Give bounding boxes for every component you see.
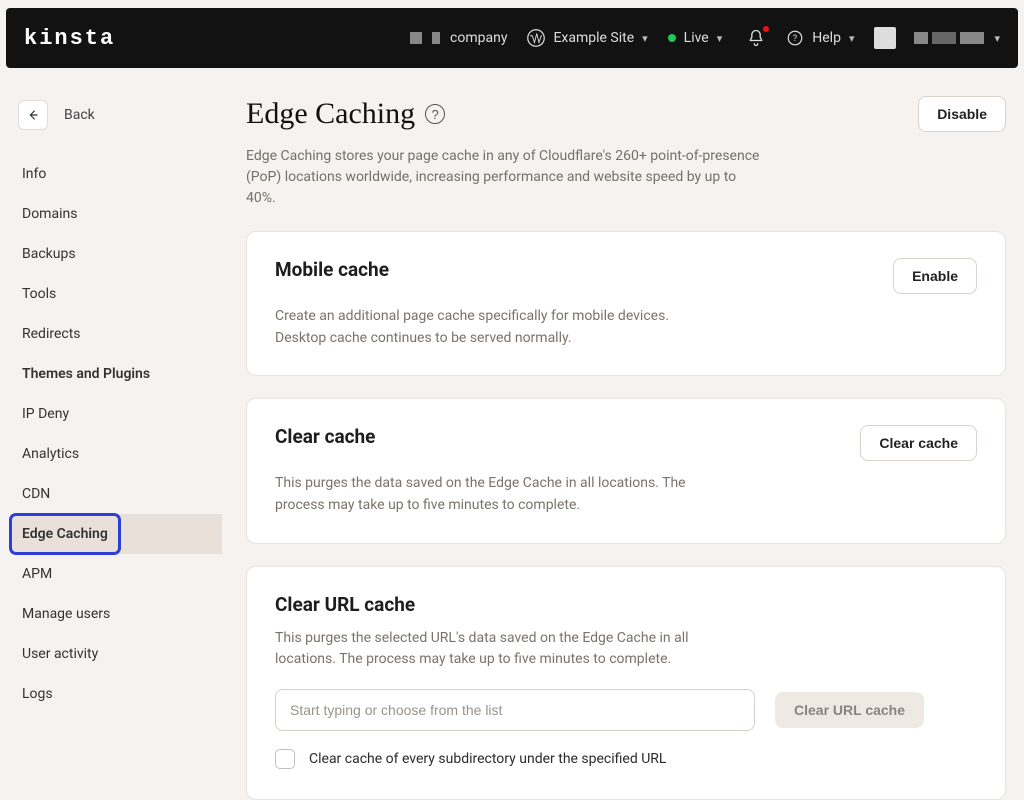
subdirectory-checkbox[interactable]: [275, 749, 295, 769]
card-title: Clear cache: [275, 425, 375, 448]
help-icon: ?: [786, 29, 804, 47]
clear-cache-button[interactable]: Clear cache: [860, 425, 977, 461]
avatar[interactable]: [874, 27, 896, 49]
sidebar-item-domains[interactable]: Domains: [10, 194, 222, 234]
site-switcher[interactable]: Example Site ▾: [527, 29, 647, 47]
chevron-down-icon: ▾: [994, 32, 1000, 45]
company-label: company: [450, 30, 507, 46]
brand-logo[interactable]: kinsta: [24, 26, 115, 51]
square-icon: [432, 32, 440, 44]
url-input[interactable]: [275, 689, 755, 731]
sidebar-item-manage-users[interactable]: Manage users: [10, 594, 222, 634]
sidebar-item-themes[interactable]: Themes and Plugins: [10, 354, 222, 394]
page-title: Edge Caching ?: [246, 97, 445, 131]
sidebar: Back Info Domains Backups Tools Redirect…: [10, 96, 234, 800]
sidebar-item-info[interactable]: Info: [10, 154, 222, 194]
enable-mobile-cache-button[interactable]: Enable: [893, 258, 977, 294]
card-description: This purges the selected URL's data save…: [275, 628, 705, 671]
chevron-down-icon: ▾: [717, 32, 723, 45]
card-description: Create an additional page cache specific…: [275, 306, 705, 349]
chevron-down-icon: ▾: [642, 32, 648, 45]
back-label: Back: [64, 107, 95, 123]
sidebar-item-ip-deny[interactable]: IP Deny: [10, 394, 222, 434]
disable-button[interactable]: Disable: [918, 96, 1006, 132]
env-label: Live: [684, 30, 709, 46]
sidebar-item-apm[interactable]: APM: [10, 554, 222, 594]
wordpress-icon: [527, 29, 545, 47]
page-title-text: Edge Caching: [246, 97, 415, 131]
account-menu[interactable]: [914, 32, 984, 44]
card-description: This purges the data saved on the Edge C…: [275, 473, 705, 516]
top-bar: kinsta company Example Site ▾ Live ▾ ? H…: [6, 8, 1018, 68]
chevron-down-icon: ▾: [849, 32, 855, 45]
clear-url-cache-button[interactable]: Clear URL cache: [775, 692, 924, 728]
help-tooltip-icon[interactable]: ?: [425, 104, 445, 124]
help-menu[interactable]: ? Help ▾: [786, 29, 854, 47]
main-content: Edge Caching ? Disable Edge Caching stor…: [234, 96, 1014, 800]
card-title: Clear URL cache: [275, 593, 977, 616]
arrow-left-icon: [25, 107, 41, 123]
status-dot-icon: [668, 34, 676, 42]
card-clear-url-cache: Clear URL cache This purges the selected…: [246, 566, 1006, 800]
company-switcher[interactable]: company: [410, 30, 507, 46]
sidebar-item-user-activity[interactable]: User activity: [10, 634, 222, 674]
square-icon: [410, 32, 422, 44]
sidebar-item-redirects[interactable]: Redirects: [10, 314, 222, 354]
sidebar-item-edge-caching[interactable]: Edge Caching: [10, 514, 120, 554]
sidebar-item-cdn[interactable]: CDN: [10, 474, 222, 514]
page-description: Edge Caching stores your page cache in a…: [246, 146, 766, 209]
site-label: Example Site: [553, 30, 634, 46]
sidebar-item-analytics[interactable]: Analytics: [10, 434, 222, 474]
svg-text:?: ?: [793, 34, 797, 44]
card-clear-cache: Clear cache Clear cache This purges the …: [246, 398, 1006, 543]
help-label: Help: [812, 30, 841, 46]
checkbox-label: Clear cache of every subdirectory under …: [309, 751, 666, 767]
notification-badge: [763, 26, 769, 32]
sidebar-item-logs[interactable]: Logs: [10, 674, 222, 714]
card-title: Mobile cache: [275, 258, 389, 281]
card-mobile-cache: Mobile cache Enable Create an additional…: [246, 231, 1006, 376]
environment-switcher[interactable]: Live ▾: [668, 30, 723, 46]
notifications-button[interactable]: [746, 28, 766, 48]
sidebar-item-tools[interactable]: Tools: [10, 274, 222, 314]
sidebar-item-backups[interactable]: Backups: [10, 234, 222, 274]
back-button[interactable]: [18, 100, 48, 130]
